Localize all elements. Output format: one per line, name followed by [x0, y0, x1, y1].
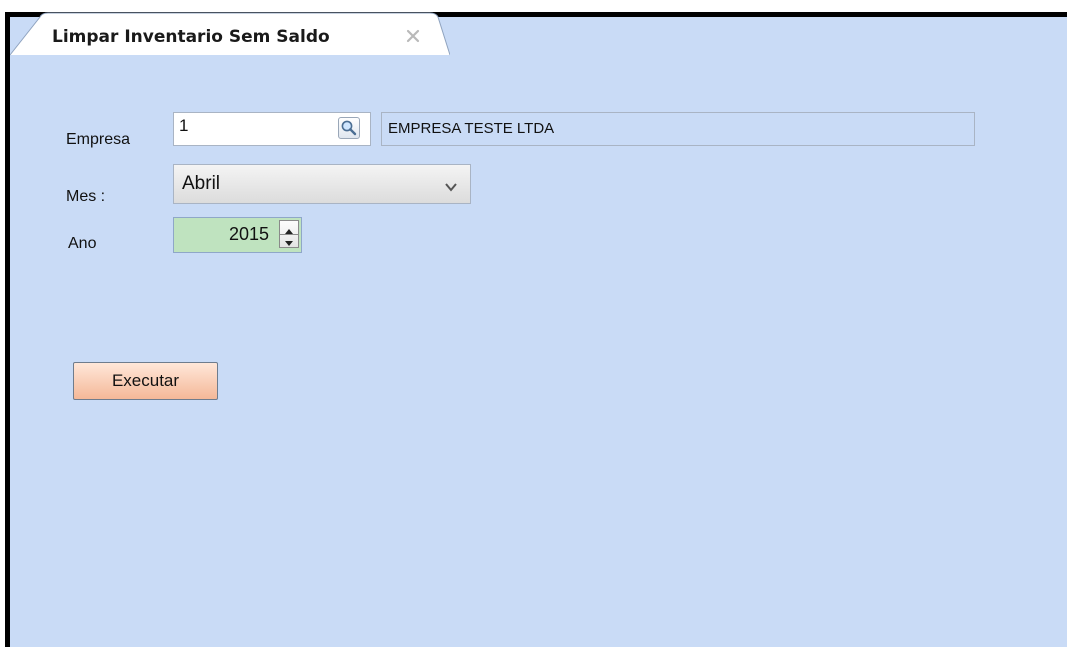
spin-buttons [279, 220, 299, 248]
mes-selected-value: Abril [182, 173, 221, 194]
ano-spinner[interactable]: 2015 [173, 217, 302, 253]
window: Limpar Inventario Sem Saldo Empresa 1 EM… [0, 0, 1067, 657]
spin-down-icon[interactable] [280, 234, 298, 247]
tab-limpar-inventario[interactable]: Limpar Inventario Sem Saldo [10, 9, 450, 57]
empresa-code-value: 1 [179, 116, 189, 135]
empresa-label: Empresa [66, 131, 131, 148]
mes-label: Mes : [66, 188, 106, 205]
ano-value: 2015 [228, 224, 269, 244]
empresa-name-value: EMPRESA TESTE LTDA [388, 120, 555, 137]
empresa-name-field: EMPRESA TESTE LTDA [381, 112, 975, 146]
execute-button[interactable]: Executar [73, 362, 218, 400]
ano-label: Ano [68, 235, 97, 252]
close-icon[interactable] [404, 27, 422, 45]
empresa-code-input[interactable]: 1 [173, 112, 371, 146]
form-area: Empresa 1 EMPRESA TESTE LTDA Mes : Abril [10, 67, 1067, 647]
tab-title: Limpar Inventario Sem Saldo [52, 27, 330, 47]
spin-up-icon[interactable] [280, 221, 298, 235]
mes-select[interactable]: Abril [173, 164, 471, 204]
magnifier-icon[interactable] [338, 117, 360, 139]
chevron-down-icon[interactable] [444, 178, 458, 192]
